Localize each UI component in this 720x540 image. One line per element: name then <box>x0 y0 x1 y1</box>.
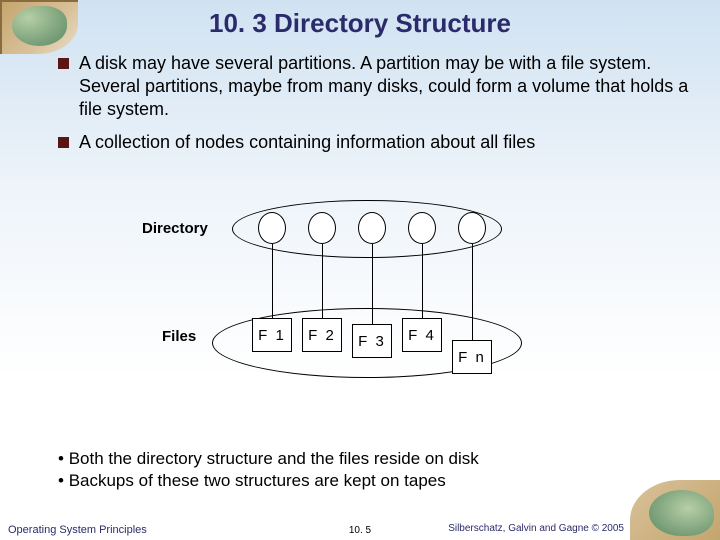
sub-bullet-list: • Both the directory structure and the f… <box>58 448 479 492</box>
footer-copyright: Silberschatz, Galvin and Gagne © 2005 <box>448 523 624 534</box>
footer-left-text: Operating System Principles <box>8 524 147 536</box>
connector-line <box>272 244 273 318</box>
bullet-text: A disk may have several partitions. A pa… <box>79 52 690 121</box>
file-box: F 2 <box>302 318 342 352</box>
connector-line <box>422 244 423 318</box>
file-box: F 1 <box>252 318 292 352</box>
body-content: A disk may have several partitions. A pa… <box>58 52 690 164</box>
directory-node <box>358 212 386 244</box>
directory-node <box>308 212 336 244</box>
bullet-item: A collection of nodes containing informa… <box>58 131 690 154</box>
file-box: F n <box>452 340 492 374</box>
footer-page-number: 10. 5 <box>349 525 371 536</box>
square-bullet-icon <box>58 58 69 69</box>
slide-title: 10. 3 Directory Structure <box>0 8 720 39</box>
bullet-text: A collection of nodes containing informa… <box>79 131 535 154</box>
sub-bullet-item: • Backups of these two structures are ke… <box>58 470 479 492</box>
connector-line <box>322 244 323 318</box>
bullet-item: A disk may have several partitions. A pa… <box>58 52 690 121</box>
file-box: F 3 <box>352 324 392 358</box>
directory-label: Directory <box>142 220 208 237</box>
file-box: F 4 <box>402 318 442 352</box>
files-label: Files <box>162 328 196 345</box>
sub-bullet-item: • Both the directory structure and the f… <box>58 448 479 470</box>
directory-node <box>458 212 486 244</box>
sub-bullet-text: Backups of these two structures are kept… <box>69 471 446 490</box>
directory-node <box>258 212 286 244</box>
square-bullet-icon <box>58 137 69 148</box>
sub-bullet-text: Both the directory structure and the fil… <box>69 449 479 468</box>
directory-diagram: Directory Files F 1 F 2 F 3 F 4 F n <box>0 200 720 420</box>
directory-node <box>408 212 436 244</box>
